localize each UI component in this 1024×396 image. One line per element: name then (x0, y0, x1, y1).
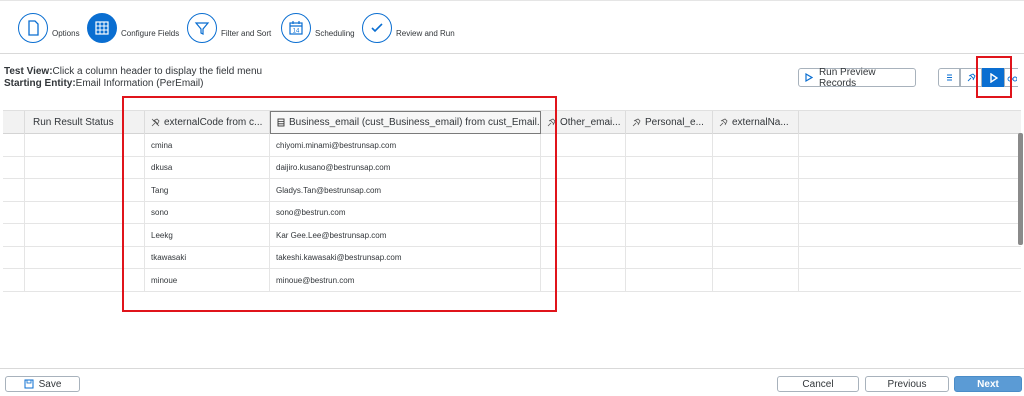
step-label: Scheduling (315, 28, 355, 38)
test-view-label: Test View: (4, 66, 53, 77)
personal-email-cell (626, 179, 713, 201)
checkmark-icon (362, 13, 392, 43)
run-preview-button[interactable]: Run Preview Records (798, 66, 916, 89)
column-header-label: Personal_e... (645, 117, 704, 128)
row-selector[interactable] (3, 134, 25, 156)
next-label: Next (977, 378, 999, 390)
list-view-button[interactable] (938, 68, 960, 87)
vertical-scrollbar[interactable] (1018, 133, 1023, 245)
external-name-cell (713, 201, 799, 224)
next-button[interactable]: Next (954, 376, 1022, 392)
previous-button[interactable]: Previous (865, 376, 949, 392)
save-icon (24, 379, 34, 389)
personal-email-cell (626, 269, 713, 291)
external-name-cell (713, 224, 799, 246)
grid-icon (87, 13, 117, 43)
row-selector[interactable] (3, 179, 25, 201)
step-scheduling[interactable]: 14 Scheduling (281, 13, 355, 43)
step-label: Review and Run (396, 28, 455, 38)
personal-email-cell (626, 156, 713, 179)
external-name-cell (713, 246, 799, 269)
play-icon (805, 73, 813, 82)
pin-icon (719, 118, 728, 127)
calendar-icon: 14 (281, 13, 311, 43)
svg-text:14: 14 (293, 29, 300, 35)
highlight-box-run (976, 56, 1012, 98)
column-header-label: Run Result Status (33, 117, 114, 128)
external-name-cell (713, 269, 799, 291)
step-label: Options (52, 28, 80, 38)
filter-icon (187, 13, 217, 43)
cancel-button[interactable]: Cancel (777, 376, 859, 392)
personal-email-cell (626, 224, 713, 246)
step-label: Configure Fields (121, 28, 180, 38)
column-header-personal-email[interactable]: Personal_e... (626, 111, 713, 134)
external-name-cell (713, 179, 799, 201)
row-selector[interactable] (3, 201, 25, 224)
column-header-external-name[interactable]: externalNa... (713, 111, 799, 134)
starting-entity-text: Email Information (PerEmail) (75, 78, 204, 89)
row-selector[interactable] (3, 224, 25, 246)
previous-label: Previous (887, 378, 927, 390)
unpin-icon (967, 73, 976, 82)
row-selector[interactable] (3, 156, 25, 179)
step-options[interactable]: Options (18, 13, 80, 43)
test-view-text: Click a column header to display the fie… (52, 66, 263, 77)
pin-icon (632, 118, 641, 127)
personal-email-cell (626, 246, 713, 269)
personal-email-cell (626, 134, 713, 156)
external-name-cell (713, 134, 799, 156)
step-label: Filter and Sort (221, 28, 272, 38)
column-header-label: externalNa... (732, 117, 789, 128)
step-review-run[interactable]: Review and Run (362, 13, 455, 43)
report-builder-page: Options Configure Fields Filter and Sort… (0, 0, 1024, 396)
column-header-label: Other_emai... (560, 117, 621, 128)
save-label: Save (38, 378, 62, 390)
column-header-select[interactable] (3, 111, 25, 134)
wizard-steps: Options Configure Fields Filter and Sort… (0, 0, 1024, 54)
personal-email-cell (626, 201, 713, 224)
starting-entity-label: Starting Entity: (4, 78, 76, 89)
run-preview-label: Run Preview Records (818, 66, 876, 89)
list-icon (946, 74, 952, 81)
save-button[interactable]: Save (5, 376, 80, 392)
document-icon (18, 13, 48, 43)
external-name-cell (713, 156, 799, 179)
step-filter-sort[interactable]: Filter and Sort (187, 13, 271, 43)
footer-bar: Save Cancel Previous Next (0, 368, 1024, 396)
test-view-info: Test View:Click a column header to displ… (4, 66, 262, 90)
row-selector[interactable] (3, 269, 25, 291)
highlight-box-columns (122, 96, 557, 312)
row-selector[interactable] (3, 246, 25, 269)
cancel-label: Cancel (802, 378, 834, 390)
step-configure-fields[interactable]: Configure Fields (87, 13, 179, 43)
